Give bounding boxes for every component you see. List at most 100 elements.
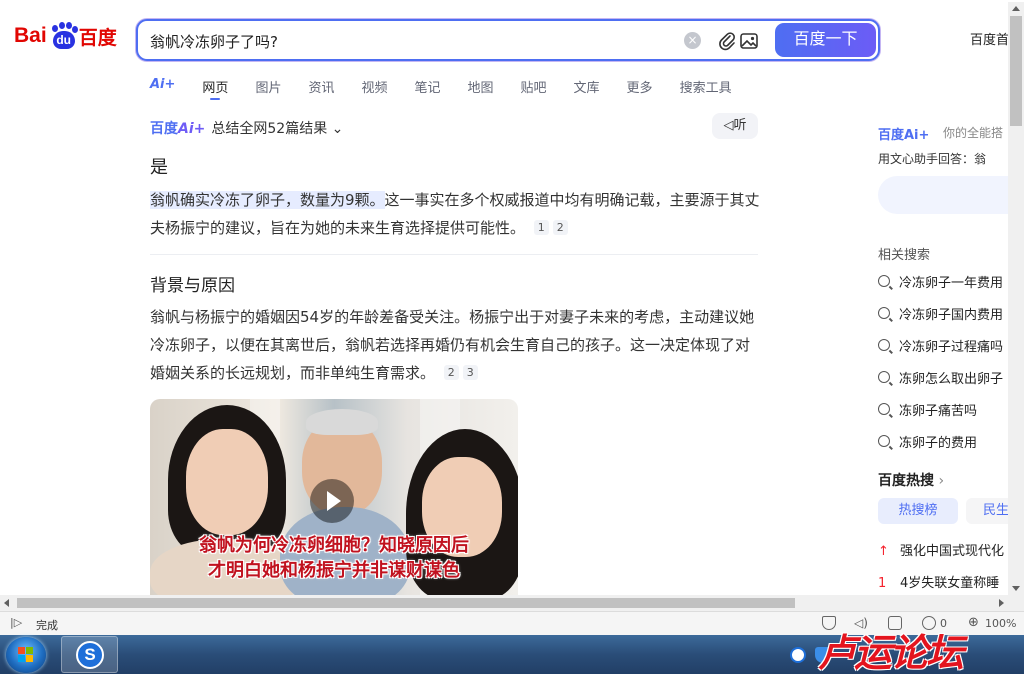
person-face	[186, 429, 268, 535]
related-search-text: 冷冻卵子一年费用	[899, 275, 1004, 291]
search-icon	[878, 403, 890, 415]
related-search-text: 冻卵子的费用	[899, 435, 978, 451]
sidebar-ai-input[interactable]	[878, 176, 1024, 214]
logo-text-cn: 百度	[78, 26, 117, 49]
scroll-right-icon[interactable]	[999, 599, 1004, 607]
video-caption-line-1: 翁帆为何冷冻卵细胞？知晓原因后	[199, 535, 469, 556]
search-icon	[878, 307, 890, 319]
tab-videos[interactable]: 视频	[361, 77, 387, 101]
zoom-icon[interactable]: ⊕	[968, 615, 979, 630]
windows-flag-icon	[18, 647, 34, 663]
answer-paragraph-1: 翁帆确实冷冻了卵子，数量为9颗。这一事实在多个权威报道中均有明确记载，主要源于其…	[150, 186, 760, 242]
scroll-thumb[interactable]	[1010, 16, 1022, 126]
search-icon	[878, 339, 890, 351]
search-icon	[878, 371, 890, 383]
watermark-logo: 卢运论坛	[818, 631, 964, 674]
related-search-text: 冻卵怎么取出卵子	[899, 371, 1004, 387]
reference-badge[interactable]: 2	[552, 220, 568, 235]
tab-news[interactable]: 资讯	[308, 77, 334, 101]
baidu-logo[interactable]: Bai du 百度	[14, 20, 117, 52]
related-search-item[interactable]: 冻卵怎么取出卵子	[878, 368, 1004, 387]
tab-tieba[interactable]: 贴吧	[521, 77, 547, 101]
tray-sogou-icon[interactable]	[790, 647, 806, 663]
ai-brand-ai: Ai+	[178, 121, 206, 137]
status-text: 完成	[36, 619, 58, 632]
tab-notes[interactable]: 笔记	[414, 77, 440, 101]
related-search-item[interactable]: 冻卵子的费用	[878, 432, 978, 451]
person-hair	[306, 409, 378, 435]
chevron-down-icon: ⌄	[327, 121, 344, 137]
search-icon	[878, 275, 890, 287]
speaker-icon: ◁	[723, 118, 734, 133]
related-searches-title: 相关搜索	[878, 248, 931, 263]
ai-answer-header: 百度Ai+ 总结全网52篇结果 ⌄ ◁听	[150, 113, 758, 139]
related-search-item[interactable]: 冷冻卵子一年费用	[878, 272, 1004, 291]
scroll-thumb[interactable]	[17, 598, 795, 608]
play-icon[interactable]	[310, 479, 354, 523]
listen-label: 听	[733, 118, 747, 133]
search-input[interactable]	[150, 30, 670, 52]
divider	[150, 254, 758, 255]
answer-highlight: 翁帆确实冷冻了卵子，数量为9颗。	[150, 191, 385, 209]
hot-search-text: 4岁失联女童称睡	[900, 576, 1000, 591]
related-search-text: 冷冻卵子国内费用	[899, 307, 1004, 323]
hot-rank: 1	[878, 576, 887, 591]
section-title: 背景与原因	[150, 276, 235, 296]
taskbar-sogou-browser[interactable]: S	[61, 636, 118, 673]
horizontal-scrollbar[interactable]	[0, 595, 1024, 611]
hot-search-title[interactable]: 百度热搜 ›	[878, 470, 944, 490]
search-box: × 百度一下	[136, 19, 880, 61]
sidebar-ai-answer[interactable]: 用文心助手回答：翁	[878, 150, 986, 167]
clear-icon[interactable]: ×	[684, 32, 701, 49]
related-search-text: 冷冻卵子过程痛吗	[899, 339, 1004, 355]
hot-tab-ranking[interactable]: 热搜榜	[878, 498, 958, 524]
reference-badge[interactable]: 3	[462, 365, 478, 380]
sogou-browser-icon: S	[76, 641, 104, 669]
related-search-text: 冻卵子痛苦吗	[899, 403, 978, 419]
related-search-item[interactable]: 冷冻卵子过程痛吗	[878, 336, 1004, 355]
ai-summary-text: 总结全网52篇结果	[211, 121, 328, 137]
ai-summary-toggle[interactable]: 总结全网52篇结果 ⌄	[211, 118, 343, 138]
vertical-scrollbar[interactable]	[1008, 2, 1024, 595]
hot-search-text: 强化中国式现代化	[900, 544, 1005, 559]
browser-window: Bai du 百度 × 百度一下 百度首 Ai+ 网页 图片 资讯 视频 笔记 …	[0, 0, 1024, 674]
chevron-right-icon: ›	[934, 473, 945, 489]
panel-toggle-icon[interactable]: |▷	[10, 616, 22, 629]
tab-maps[interactable]: 地图	[468, 77, 494, 101]
tab-wenku[interactable]: 文库	[574, 77, 600, 101]
hot-rank: ↑	[878, 544, 889, 559]
search-tabs: Ai+ 网页 图片 资讯 视频 笔记 地图 贴吧 文库 更多 搜索工具	[150, 77, 759, 101]
hot-search-title-text: 百度热搜	[878, 473, 934, 489]
tab-ai[interactable]: Ai+	[150, 77, 175, 101]
hot-search-item[interactable]: ↑ 强化中国式现代化	[878, 540, 1004, 559]
start-button[interactable]	[6, 637, 46, 673]
hot-search-item[interactable]: 1 4岁失联女童称睡	[878, 572, 999, 591]
zoom-level[interactable]: 100%	[985, 617, 1016, 630]
related-search-item[interactable]: 冷冻卵子国内费用	[878, 304, 1004, 323]
listen-button[interactable]: ◁听	[712, 113, 758, 139]
video-thumbnail[interactable]: 翁帆为何冷冻卵细胞？知晓原因后 才明白她和杨振宁并非谋财谋色	[150, 399, 518, 595]
sidebar-ai-subtitle: 你的全能搭	[943, 126, 1004, 140]
ai-brand: 百度Ai+	[150, 118, 205, 138]
paw-icon: du	[49, 22, 78, 50]
answer-paragraph-2: 翁帆与杨振宁的婚姻因54岁的年龄差备受关注。杨振宁出于对妻子未来的考虑，主动建议…	[150, 303, 760, 387]
tab-images[interactable]: 图片	[255, 77, 281, 101]
tab-search-tools[interactable]: 搜索工具	[680, 77, 732, 101]
scroll-down-icon[interactable]	[1012, 586, 1020, 591]
video-caption-line-2: 才明白她和杨振宁并非谋财谋色	[208, 560, 460, 581]
logo-text-du: du	[52, 31, 75, 49]
ai-brand-text: 百度	[150, 121, 178, 137]
search-button[interactable]: 百度一下	[775, 23, 876, 57]
scroll-left-icon[interactable]	[4, 599, 9, 607]
tab-more[interactable]: 更多	[627, 77, 653, 101]
reference-badge[interactable]: 1	[533, 220, 549, 235]
scroll-up-icon[interactable]	[1012, 6, 1020, 11]
paperclip-icon[interactable]	[716, 30, 738, 52]
reference-badge[interactable]: 2	[443, 365, 459, 380]
sidebar-ai-brand: 百度Ai+	[878, 128, 930, 143]
home-link[interactable]: 百度首	[970, 29, 1009, 48]
related-search-item[interactable]: 冻卵子痛苦吗	[878, 400, 978, 419]
answer-title: 是	[150, 157, 168, 178]
image-search-icon[interactable]	[738, 30, 760, 52]
tab-web[interactable]: 网页	[202, 77, 228, 101]
